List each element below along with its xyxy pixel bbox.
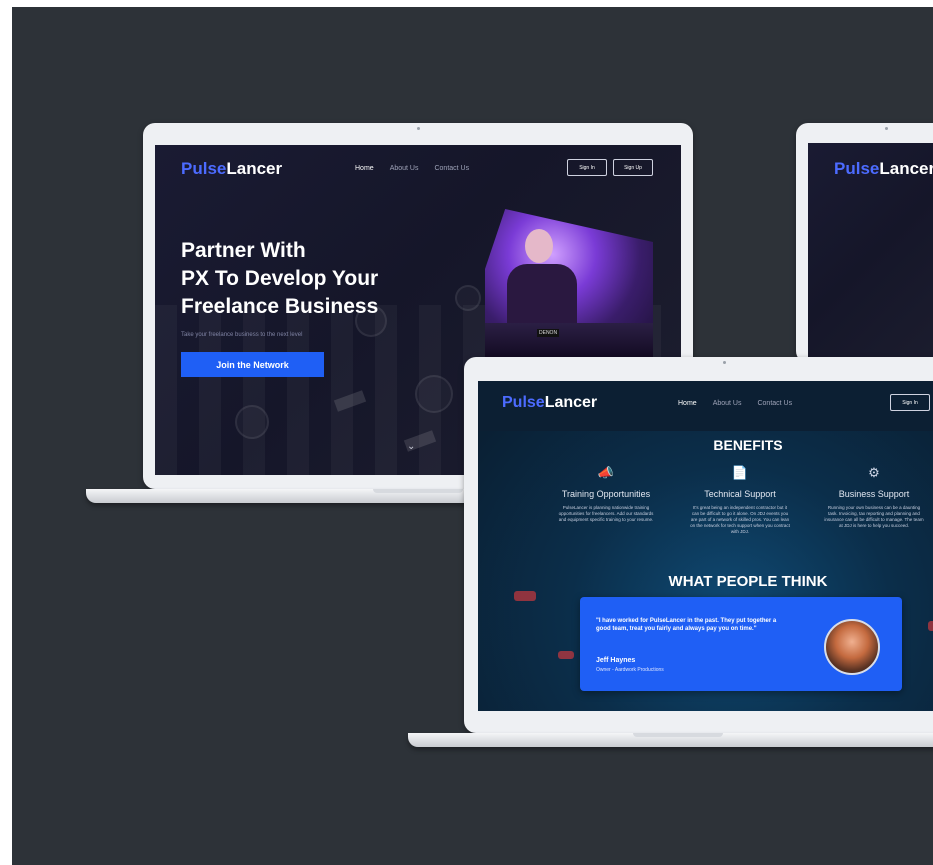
testimonial-card: "I have worked for PulseLancer in the pa… — [580, 597, 902, 691]
main-nav: Home About Us Contact Us — [355, 165, 469, 172]
stage-light — [928, 621, 933, 631]
hero-title: Partner With PX To Develop Your Freelanc… — [181, 239, 379, 318]
laptop-front-lid: PulseLancer Home About Us Contact Us Sig… — [464, 357, 933, 733]
dj-body — [507, 264, 577, 324]
avatar — [824, 619, 880, 675]
sign-up-button[interactable]: Sign Up — [613, 159, 653, 176]
laptop-notch — [373, 489, 463, 493]
laptop-front-base — [408, 733, 933, 747]
main-nav: Home About Us Contact Us — [678, 400, 792, 407]
brand-logo[interactable]: PulseLancer — [834, 159, 933, 179]
benefit-title-technical: Technical Support — [704, 489, 776, 499]
mockup-canvas: PulseLancer PulseLancer Home About Us Co… — [12, 7, 933, 865]
benefit-title-training: Training Opportunities — [561, 489, 651, 499]
mixer-knob — [235, 405, 269, 439]
document-icon: 📄 — [731, 465, 749, 480]
benefit-desc-technical: It's great being an independent contract… — [690, 505, 790, 534]
laptop-right-lid: PulseLancer — [796, 123, 933, 363]
nav-about[interactable]: About Us — [390, 165, 419, 172]
sign-in-button[interactable]: Sign In — [567, 159, 607, 176]
nav-home[interactable]: Home — [678, 400, 697, 407]
megaphone-icon: 📣 — [597, 465, 615, 480]
laptop-camera — [417, 127, 420, 130]
laptop-right-screen: PulseLancer — [808, 143, 933, 363]
join-network-button[interactable]: Join the Network — [181, 352, 324, 377]
chevron-down-icon[interactable]: ⌄ — [407, 441, 415, 452]
brand-logo[interactable]: PulseLancer — [181, 159, 282, 179]
nav-home[interactable]: Home — [355, 165, 374, 172]
laptop-notch — [633, 733, 723, 737]
laptop-camera — [885, 127, 888, 130]
laptop-camera — [723, 361, 726, 364]
benefits-heading: BENEFITS — [713, 437, 783, 453]
testimonial-author: Jeff Haynes — [596, 657, 636, 664]
dj-hero-image: DENON — [485, 209, 653, 359]
brand-logo[interactable]: PulseLancer — [502, 394, 597, 412]
nav-contact[interactable]: Contact Us — [434, 165, 469, 172]
nav-contact[interactable]: Contact Us — [757, 400, 792, 407]
nav-about[interactable]: About Us — [713, 400, 742, 407]
dj-head — [525, 229, 553, 263]
benefit-desc-training: PulseLancer is planning nationwide train… — [558, 505, 654, 522]
benefit-desc-business: Running your own business can be a daunt… — [824, 505, 924, 528]
mixer-knob — [415, 375, 453, 413]
benefit-title-business: Business Support — [838, 489, 910, 499]
mixer-knob — [455, 285, 481, 311]
testimonial-role: Owner - Aardwork Productions — [596, 667, 664, 673]
testimonials-heading: WHAT PEOPLE THINK — [668, 573, 828, 590]
sign-in-button[interactable]: Sign In — [890, 394, 930, 411]
deck-brand-label: DENON — [537, 329, 560, 337]
hero-subtitle: Take your freelance business to the next… — [181, 332, 303, 338]
stage-light — [558, 651, 574, 659]
gears-icon: ⚙ — [868, 465, 880, 480]
laptop-front-screen: PulseLancer Home About Us Contact Us Sig… — [478, 381, 933, 711]
stage-light — [514, 591, 536, 601]
dj-deck — [485, 323, 653, 359]
testimonial-quote: "I have worked for PulseLancer in the pa… — [596, 618, 777, 632]
